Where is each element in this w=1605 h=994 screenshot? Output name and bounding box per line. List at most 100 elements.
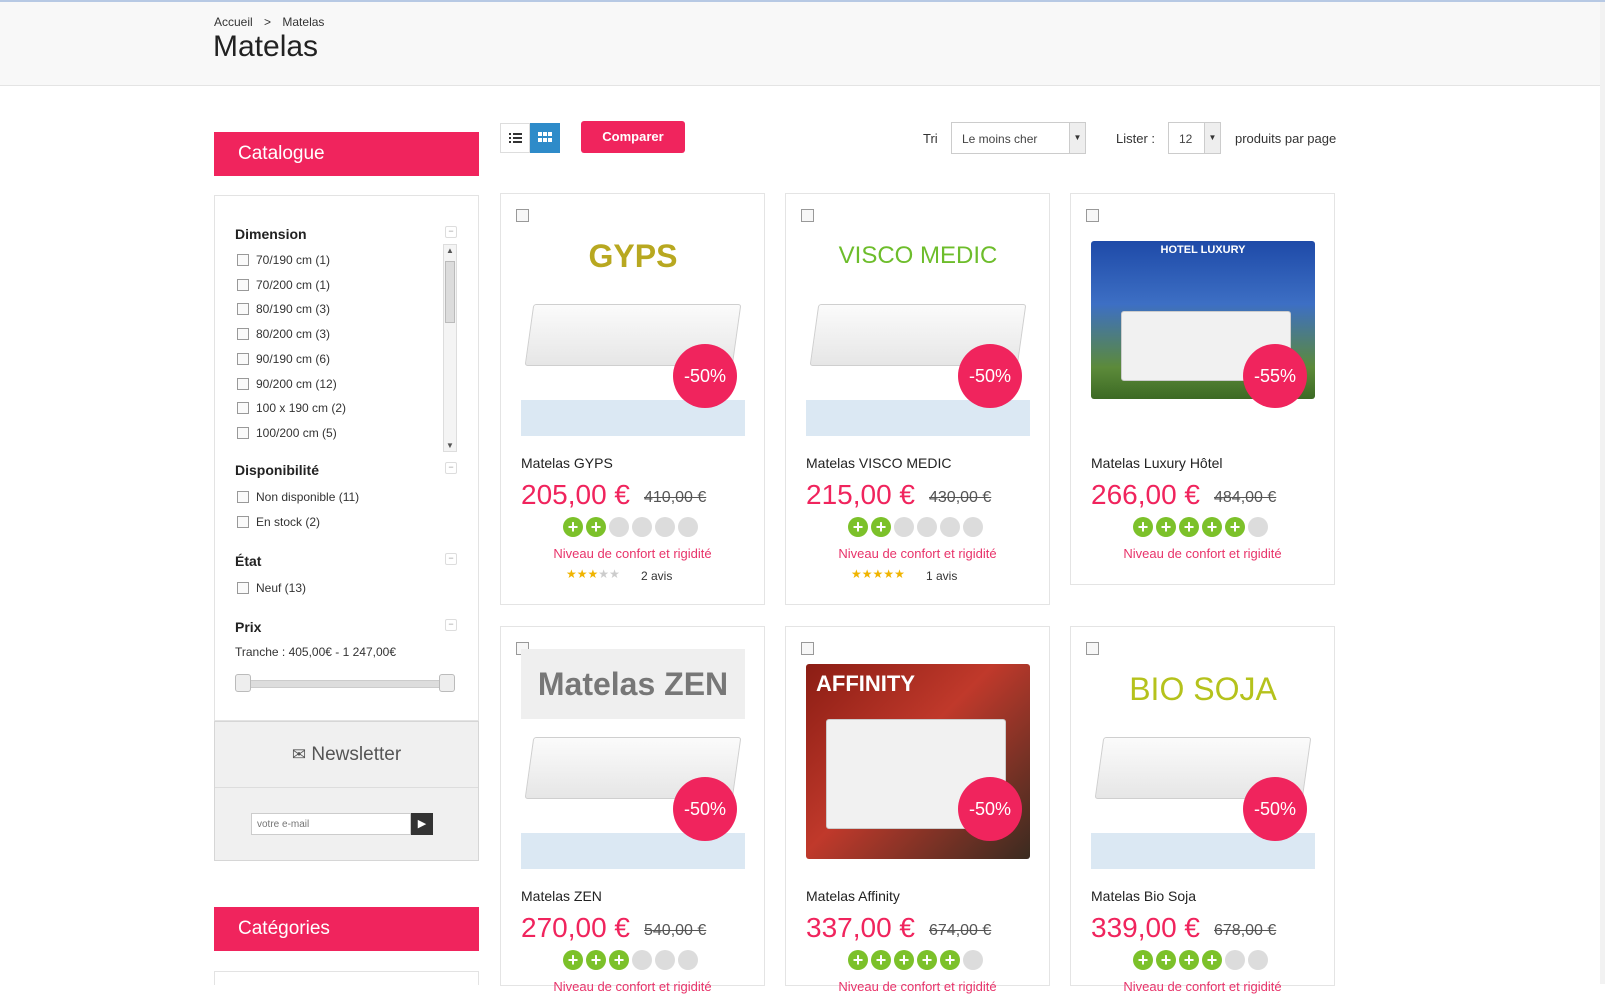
comfort-level-icon: + [1179,517,1199,537]
star-icon: ★ [872,567,884,581]
dimension-option[interactable]: 90/190 cm (6) [237,352,330,366]
filter-checkbox[interactable] [237,582,249,594]
product-card[interactable]: VISCO MEDIC -50% Matelas VISCO MEDIC 215… [785,193,1050,605]
product-old-price: 430,00 € [929,489,992,506]
discount-badge: -50% [673,344,737,408]
breadcrumb-home[interactable]: Accueil [214,15,253,29]
product-old-price: 484,00 € [1214,489,1277,506]
filter-checkbox[interactable] [237,328,249,341]
filter-checkbox[interactable] [237,516,249,528]
product-card[interactable]: Matelas ZEN -50% Matelas ZEN 270,00 € 54… [500,626,765,994]
product-price: 270,00 € [521,912,630,943]
dimension-option[interactable]: 100/200 cm (5) [237,426,337,440]
disponibilite-option[interactable]: En stock (2) [237,515,320,529]
dimension-option[interactable]: 80/190 cm (3) [237,302,330,316]
filter-checkbox[interactable] [237,426,249,439]
star-icon: ★ [576,567,588,581]
product-image-label: VISCO MEDIC [838,242,998,269]
comfort-rating: + + + + [1133,950,1271,970]
comfort-label: Niveau de confort et rigidité [838,979,997,994]
dimension-option[interactable]: 80/200 cm (3) [237,327,330,341]
comfort-level-icon [1248,517,1268,537]
filter-checkbox[interactable] [237,254,249,266]
per-page-select[interactable]: 12 ▼ [1168,122,1221,154]
review-count[interactable]: 2 avis [641,569,672,583]
comfort-label: Niveau de confort et rigidité [838,546,997,561]
collapse-prix-button[interactable]: − [445,619,457,631]
collapse-dimension-button[interactable]: − [445,226,457,238]
rating-stars: ★★★★★ [851,567,905,581]
product-name[interactable]: Matelas Bio Soja [1091,888,1196,904]
list-view-button[interactable] [500,123,530,153]
sort-label: Tri [923,131,938,146]
price-slider-track[interactable] [237,680,447,688]
dimension-option[interactable]: 70/200 cm (1) [237,278,330,292]
comfort-level-icon [678,950,698,970]
comfort-level-icon [963,950,983,970]
star-icon: ★ [861,567,873,581]
comfort-label: Niveau de confort et rigidité [1123,546,1282,561]
price-range-label: Tranche : 405,00€ - 1 247,00€ [235,645,397,659]
newsletter-divider [215,787,478,788]
product-name[interactable]: Matelas Luxury Hôtel [1091,455,1223,471]
comfort-rating: + + [563,517,701,537]
filter-checkbox[interactable] [237,278,249,291]
price-slider-max-handle[interactable] [439,674,455,692]
scroll-up-icon[interactable]: ▲ [446,246,454,255]
disponibilite-option[interactable]: Non disponible (11) [237,490,359,504]
dimension-option[interactable]: 100 x 190 cm (2) [237,401,346,415]
filter-etat-title: État [235,553,262,569]
comfort-level-icon [655,517,675,537]
product-price: 266,00 € [1091,479,1200,510]
filter-checkbox[interactable] [237,377,249,390]
comfort-level-icon: + [586,517,606,537]
sort-select[interactable]: Le moins cher ▼ [951,122,1086,154]
collapse-etat-button[interactable]: − [445,553,457,565]
grid-view-button[interactable] [530,123,560,153]
product-old-price: 540,00 € [644,922,707,939]
scroll-down-icon[interactable]: ▼ [446,441,454,450]
page-scrollbar[interactable] [1600,2,1605,984]
product-card[interactable]: AFFINITY -50% Matelas Affinity 337,00 € … [785,626,1050,994]
newsletter-email-input[interactable] [251,813,411,835]
etat-option[interactable]: Neuf (13) [237,581,306,595]
product-card[interactable]: GYPS -50% Matelas GYPS 205,00 € 410,00 €… [500,193,765,605]
newsletter-submit-button[interactable]: ▶ [411,813,433,835]
comfort-rating: + + + [563,950,701,970]
filter-box: Dimension − 70/190 cm (1) 70/200 cm (1) 80… [214,195,479,721]
filter-checkbox[interactable] [237,402,249,415]
price-slider-min-handle[interactable] [235,674,251,692]
filter-dimension-title: Dimension [235,226,307,242]
product-price: 337,00 € [806,912,915,943]
product-image-label: BIO SOJA [1129,671,1277,707]
comfort-level-icon: + [1156,950,1176,970]
dimension-option[interactable]: 90/200 cm (12) [237,377,337,391]
product-old-price: 674,00 € [929,922,992,939]
product-card[interactable]: BIO SOJA -50% Matelas Bio Soja 339,00 € … [1070,626,1335,994]
product-name[interactable]: Matelas GYPS [521,455,613,471]
filter-disponibilite-title: Disponibilité [235,462,319,478]
discount-badge: -50% [958,777,1022,841]
scroll-thumb[interactable] [445,261,455,323]
dimension-option[interactable]: 70/190 cm (1) [237,253,330,267]
breadcrumb: Accueil > Matelas [214,15,332,29]
filter-checkbox[interactable] [237,303,249,316]
filter-checkbox[interactable] [237,352,249,365]
comfort-level-icon [894,517,914,537]
review-count[interactable]: 1 avis [926,569,957,583]
filter-option-label: 90/200 cm (12) [256,376,337,391]
filter-option-label: En stock (2) [256,515,321,529]
collapse-disponibilite-button[interactable]: − [445,462,457,474]
dimension-scrollbar[interactable]: ▲ ▼ [443,244,457,452]
filter-option-label: 90/190 cm (6) [256,351,331,366]
product-name[interactable]: Matelas VISCO MEDIC [806,455,951,471]
compare-button[interactable]: Comparer [581,121,685,153]
comfort-rating: + + + + + [1133,517,1271,537]
product-name[interactable]: Matelas Affinity [806,888,900,904]
product-name[interactable]: Matelas ZEN [521,888,602,904]
filter-checkbox[interactable] [237,491,249,503]
chevron-down-icon: ▼ [1204,123,1220,153]
star-icon: ★ [587,567,599,581]
star-icon: ★ [851,567,862,581]
product-card[interactable]: HOTEL LUXURY -55% Matelas Luxury Hôtel 2… [1070,193,1335,585]
